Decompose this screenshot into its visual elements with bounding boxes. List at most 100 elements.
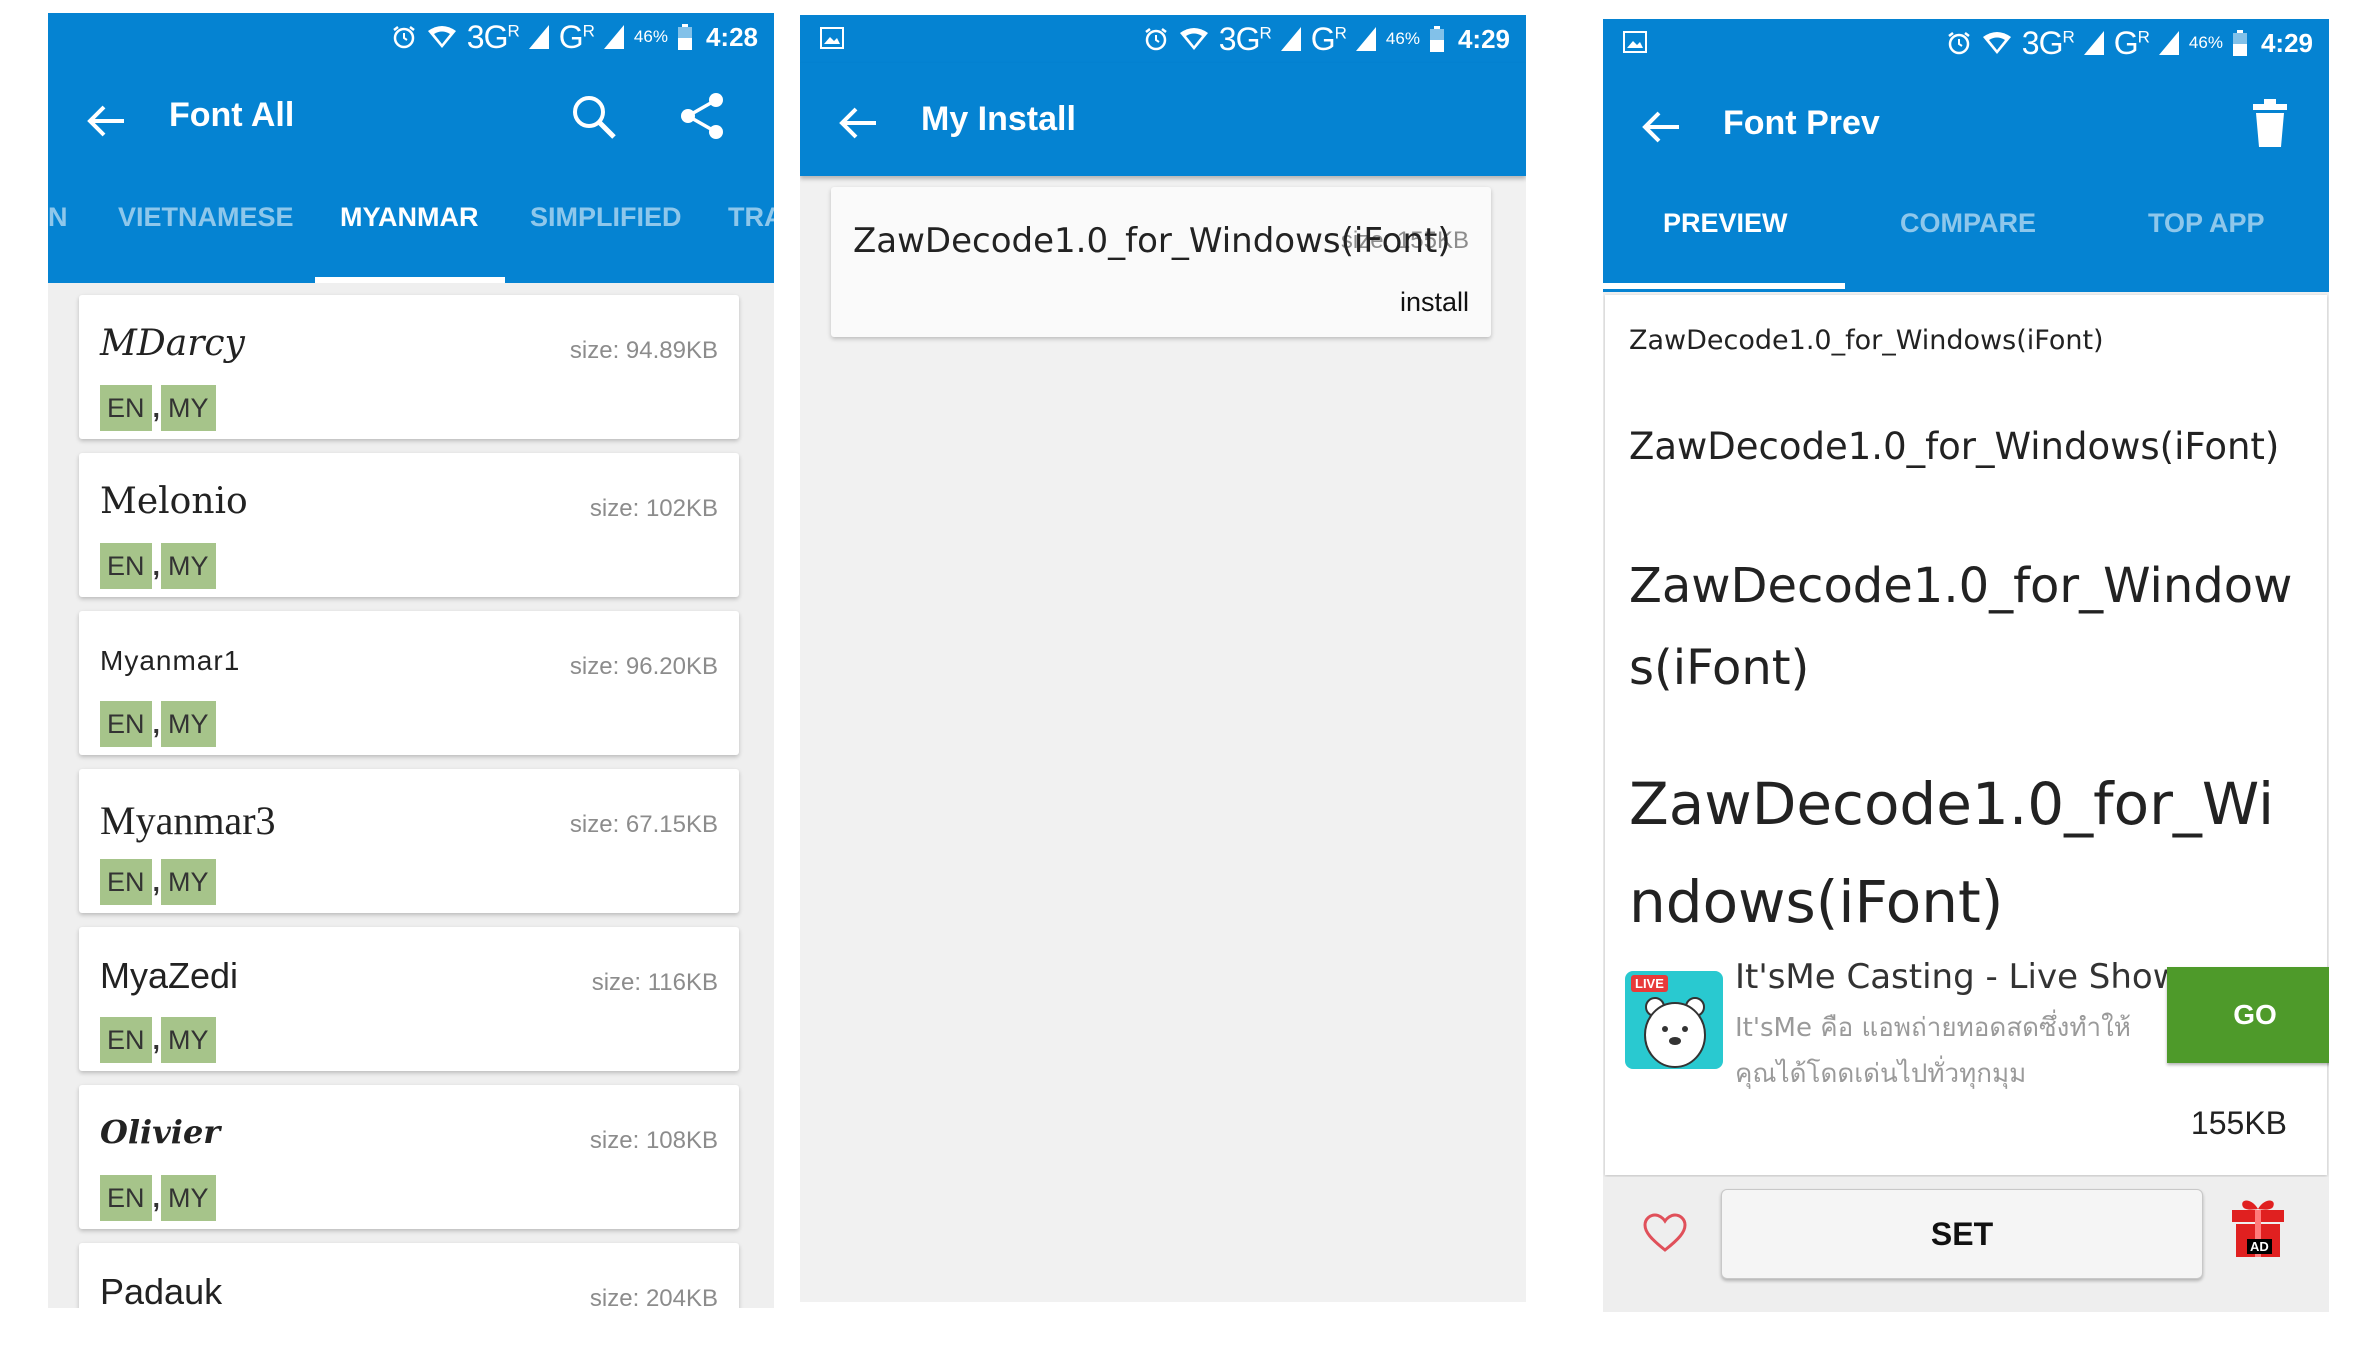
status-bar: 3GR GR 46% 4:28 xyxy=(48,13,774,61)
font-size: size: 204KB xyxy=(589,1285,718,1308)
search-icon[interactable] xyxy=(570,93,618,141)
font-size: size: 116KB xyxy=(591,969,718,996)
tag-my: MY xyxy=(161,385,216,431)
signal-icon xyxy=(2083,31,2104,55)
font-list-item[interactable]: MDarcy size: 94.89KB EN, MY xyxy=(79,295,739,439)
my-install-screen: 3GR GR 46% 4:29 My Install size: 155KB Z… xyxy=(800,15,1526,1302)
trash-icon[interactable] xyxy=(2251,99,2289,147)
tab-next[interactable]: TRA xyxy=(728,202,774,233)
preview-tabs: PREVIEW COMPARE TOP APP xyxy=(1603,180,2329,289)
font-list-item[interactable]: Myanmar3 size: 67.15KB EN, MY xyxy=(79,769,739,913)
tab-simplified[interactable]: SIMPLIFIED xyxy=(530,202,682,233)
font-list-item[interactable]: Myanmar1 size: 96.20KB EN, MY xyxy=(79,611,739,755)
language-tags: EN, MY xyxy=(100,1017,216,1063)
back-arrow-icon[interactable] xyxy=(836,103,880,143)
tab-previous[interactable]: N xyxy=(48,202,68,233)
font-name: MDarcy xyxy=(100,323,245,364)
language-tags: EN, MY xyxy=(100,1175,216,1221)
ad-app-icon: LIVE xyxy=(1625,971,1723,1069)
install-button[interactable]: install xyxy=(1400,287,1469,318)
language-tags: EN, MY xyxy=(100,701,216,747)
network-g-indicator: GR xyxy=(2113,24,2150,61)
network-3g-indicator: 3GR xyxy=(2021,24,2075,61)
font-list-item[interactable]: Olivier size: 108KB EN, MY xyxy=(79,1085,739,1229)
font-name: MyaZedi xyxy=(100,955,239,996)
network-g-indicator: GR xyxy=(1310,20,1347,57)
language-tags: EN, MY xyxy=(100,543,216,589)
image-notification-icon xyxy=(820,27,844,49)
app-bar: My Install xyxy=(800,63,1526,176)
tab-vietnamese[interactable]: VIETNAMESE xyxy=(118,202,294,233)
tab-compare[interactable]: COMPARE xyxy=(1900,208,2036,239)
page-title: My Install xyxy=(921,100,1076,138)
live-badge: LIVE xyxy=(1631,975,1668,992)
preview-sample-medium: ZawDecode1.0_for_Windows(iFont) xyxy=(1629,425,2280,468)
font-all-screen: 3GR GR 46% 4:28 Font All N VIETNAMESE MY… xyxy=(48,13,774,1308)
page-title: Font Prev xyxy=(1723,104,1880,142)
font-list-item[interactable]: Melonio size: 102KB EN, MY xyxy=(79,453,739,597)
share-icon[interactable] xyxy=(678,91,726,141)
status-bar: 3GR GR 46% 4:29 xyxy=(1603,19,2329,67)
ad-banner[interactable]: LIVE It'sMe Casting - Live Show It'sMe ค… xyxy=(1625,955,2329,1089)
ad-title: It'sMe Casting - Live Show xyxy=(1735,957,2181,997)
bear-icon xyxy=(1644,997,1706,1068)
font-name: Padauk xyxy=(100,1271,223,1308)
wifi-icon xyxy=(1982,32,2011,54)
tag-my: MY xyxy=(161,543,216,589)
preview-card: ZawDecode1.0_for_Windows(iFont) ZawDecod… xyxy=(1605,295,2329,1175)
font-name: Olivier xyxy=(100,1113,221,1151)
back-arrow-icon[interactable] xyxy=(84,101,128,141)
active-tab-indicator xyxy=(315,277,505,283)
alarm-icon xyxy=(1948,32,1970,55)
heart-icon[interactable] xyxy=(1643,1213,1687,1253)
tag-en: EN xyxy=(100,385,152,431)
ad-description: It'sMe คือ แอพถ่ายทอดสดซึ่งทำให้คุณได้โด… xyxy=(1735,1013,2131,1089)
signal-icon xyxy=(2158,31,2179,55)
wifi-icon xyxy=(1179,28,1208,50)
font-list-item[interactable]: MyaZedi size: 116KB EN, MY xyxy=(79,927,739,1071)
ad-go-button[interactable]: GO xyxy=(2167,967,2329,1063)
font-name: ZawDecode1.0_for_Windows(iFont) xyxy=(853,221,1451,261)
tag-en: EN xyxy=(100,1017,152,1063)
installed-font-item[interactable]: size: 155KB ZawDecode1.0_for_Windows(iFo… xyxy=(831,187,1491,337)
tag-en: EN xyxy=(100,701,152,747)
tab-top-app[interactable]: TOP APP xyxy=(2148,208,2265,239)
battery-icon xyxy=(1429,26,1444,52)
app-bar: Font All N VIETNAMESE MYANMAR SIMPLIFIED… xyxy=(48,61,774,283)
language-tags: EN, MY xyxy=(100,385,216,431)
wifi-icon xyxy=(427,26,456,48)
tab-myanmar[interactable]: MYANMAR xyxy=(340,202,479,233)
alarm-icon xyxy=(393,26,415,49)
clock: 4:29 xyxy=(1457,23,1510,54)
status-bar: 3GR GR 46% 4:29 xyxy=(800,15,1526,63)
tag-my: MY xyxy=(161,701,216,747)
battery-icon xyxy=(2232,30,2247,56)
tag-my: MY xyxy=(161,859,216,905)
clock: 4:29 xyxy=(2260,27,2313,58)
gift-ad-button[interactable]: AD xyxy=(2229,1195,2287,1257)
font-name: Myanmar1 xyxy=(100,645,241,676)
clock: 4:28 xyxy=(705,21,758,52)
back-arrow-icon[interactable] xyxy=(1639,107,1683,147)
set-font-button[interactable]: SET xyxy=(1721,1189,2203,1279)
font-list-item[interactable]: Padauk size: 204KB xyxy=(79,1243,739,1308)
tag-en: EN xyxy=(100,1175,152,1221)
font-name: Myanmar3 xyxy=(100,798,276,843)
bottom-action-bar: SET AD xyxy=(1603,1177,2329,1312)
network-3g-indicator: 3GR xyxy=(1218,20,1272,57)
network-g-indicator: GR xyxy=(558,18,595,55)
preview-sample-xlarge: ZawDecode1.0_for_Windows(iFont) xyxy=(1629,770,2275,936)
page-title: Font All xyxy=(169,96,295,134)
font-name: Melonio xyxy=(100,481,248,522)
tab-preview[interactable]: PREVIEW xyxy=(1663,208,1788,239)
tag-my: MY xyxy=(161,1017,216,1063)
signal-icon xyxy=(603,25,624,49)
language-tabs: N VIETNAMESE MYANMAR SIMPLIFIED TRA xyxy=(48,174,774,283)
font-size: size: 102KB xyxy=(589,495,718,522)
battery-percent: 46% xyxy=(633,27,668,46)
app-bar: Font Prev PREVIEW COMPARE TOP APP xyxy=(1603,67,2329,292)
tag-en: EN xyxy=(100,859,152,905)
alarm-icon xyxy=(1145,28,1167,51)
battery-icon xyxy=(677,24,692,50)
active-tab-indicator xyxy=(1603,283,1845,289)
